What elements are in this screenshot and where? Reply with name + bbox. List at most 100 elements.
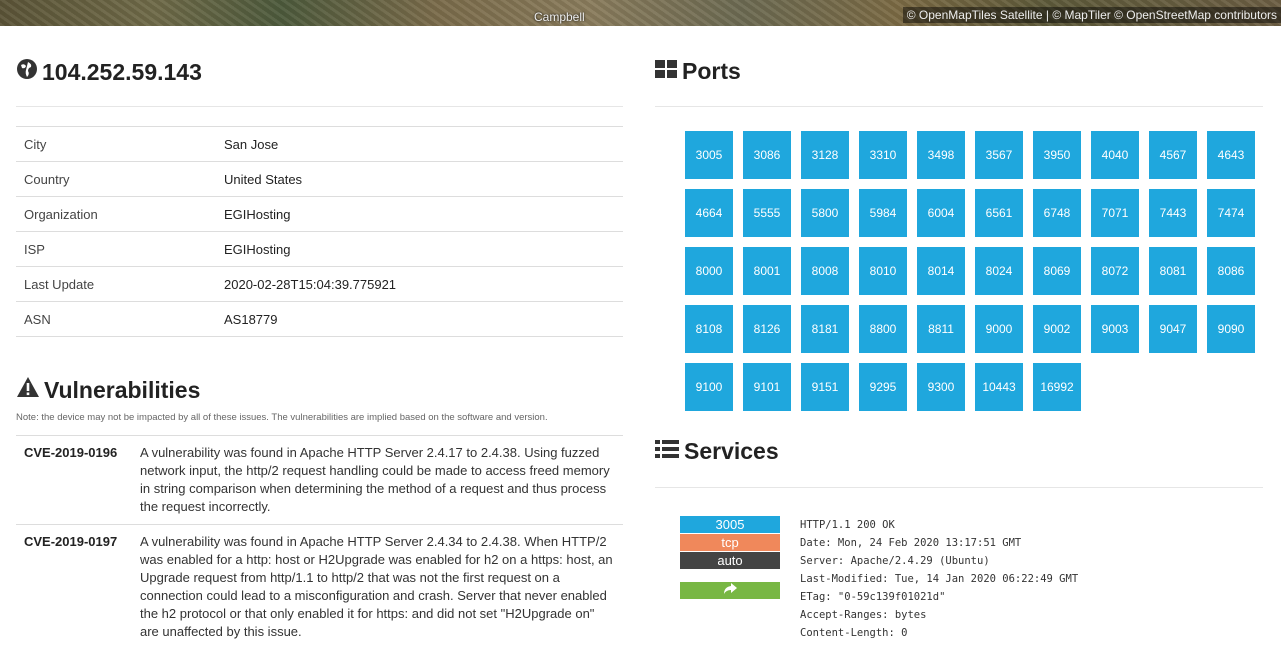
- port-tile-5800[interactable]: 5800: [801, 189, 849, 237]
- port-tile-9047[interactable]: 9047: [1149, 305, 1197, 353]
- cve-description: A vulnerability was found in Apache HTTP…: [132, 436, 623, 525]
- port-tile-9003[interactable]: 9003: [1091, 305, 1139, 353]
- port-tile-3086[interactable]: 3086: [743, 131, 791, 179]
- service-module-badge: auto: [680, 552, 780, 569]
- info-value: EGIHosting: [216, 197, 623, 232]
- globe-icon: [16, 58, 38, 86]
- info-value: 2020-02-28T15:04:39.775921: [216, 267, 623, 302]
- info-label: Organization: [16, 197, 216, 232]
- page-title: 104.252.59.143: [16, 58, 202, 86]
- port-tile-8081[interactable]: 8081: [1149, 247, 1197, 295]
- port-tile-4567[interactable]: 4567: [1149, 131, 1197, 179]
- port-tile-7071[interactable]: 7071: [1091, 189, 1139, 237]
- info-label: ISP: [16, 232, 216, 267]
- port-tile-9101[interactable]: 9101: [743, 363, 791, 411]
- table-row: Last Update2020-02-28T15:04:39.775921: [16, 267, 623, 302]
- table-row: CountryUnited States: [16, 162, 623, 197]
- map-attribution[interactable]: © OpenMapTiles Satellite | © MapTiler © …: [903, 7, 1281, 23]
- port-tile-6004[interactable]: 6004: [917, 189, 965, 237]
- port-tile-8072[interactable]: 8072: [1091, 247, 1139, 295]
- table-row: CVE-2019-0196 A vulnerability was found …: [16, 436, 623, 525]
- port-tile-5555[interactable]: 5555: [743, 189, 791, 237]
- port-tile-6561[interactable]: 6561: [975, 189, 1023, 237]
- port-tile-4040[interactable]: 4040: [1091, 131, 1139, 179]
- port-tile-9300[interactable]: 9300: [917, 363, 965, 411]
- port-tile-8181[interactable]: 8181: [801, 305, 849, 353]
- port-tile-10443[interactable]: 10443: [975, 363, 1023, 411]
- port-tile-8008[interactable]: 8008: [801, 247, 849, 295]
- port-tile-9090[interactable]: 9090: [1207, 305, 1255, 353]
- port-tile-9295[interactable]: 9295: [859, 363, 907, 411]
- port-tile-7443[interactable]: 7443: [1149, 189, 1197, 237]
- port-tile-9002[interactable]: 9002: [1033, 305, 1081, 353]
- port-tile-9000[interactable]: 9000: [975, 305, 1023, 353]
- ip-address: 104.252.59.143: [42, 59, 202, 86]
- vulnerabilities-note: Note: the device may not be impacted by …: [16, 412, 548, 423]
- table-row: OrganizationEGIHosting: [16, 197, 623, 232]
- vulnerabilities-heading: Vulnerabilities: [16, 376, 200, 404]
- port-tile-8000[interactable]: 8000: [685, 247, 733, 295]
- cve-id: CVE-2019-0197: [16, 525, 132, 649]
- info-label: ASN: [16, 302, 216, 337]
- vulnerabilities-table: CVE-2019-0196 A vulnerability was found …: [16, 435, 623, 649]
- port-tile-3310[interactable]: 3310: [859, 131, 907, 179]
- table-row: ISPEGIHosting: [16, 232, 623, 267]
- port-tile-8126[interactable]: 8126: [743, 305, 791, 353]
- port-tile-8800[interactable]: 8800: [859, 305, 907, 353]
- cve-id: CVE-2019-0196: [16, 436, 132, 525]
- service-banner: HTTP/1.1 200 OKDate: Mon, 24 Feb 2020 13…: [800, 516, 1078, 642]
- port-tile-8014[interactable]: 8014: [917, 247, 965, 295]
- info-label: City: [16, 127, 216, 162]
- divider: [655, 106, 1263, 107]
- info-label: Country: [16, 162, 216, 197]
- grid-icon: [655, 58, 677, 85]
- info-label: Last Update: [16, 267, 216, 302]
- vulnerabilities-title: Vulnerabilities: [44, 377, 200, 404]
- port-tile-8010[interactable]: 8010: [859, 247, 907, 295]
- open-link-button[interactable]: [680, 582, 780, 599]
- port-tile-8086[interactable]: 8086: [1207, 247, 1255, 295]
- services-title: Services: [684, 438, 779, 465]
- banner-line: Content-Length: 0: [800, 624, 1078, 642]
- port-tile-4643[interactable]: 4643: [1207, 131, 1255, 179]
- service-port-badge: 3005: [680, 516, 780, 533]
- info-value: San Jose: [216, 127, 623, 162]
- port-tile-8069[interactable]: 8069: [1033, 247, 1081, 295]
- list-icon: [655, 438, 679, 465]
- port-tile-9151[interactable]: 9151: [801, 363, 849, 411]
- service-protocol-badge: tcp: [680, 534, 780, 551]
- divider: [16, 106, 623, 107]
- map-banner[interactable]: Campbell © OpenMapTiles Satellite | © Ma…: [0, 0, 1281, 26]
- port-tile-3567[interactable]: 3567: [975, 131, 1023, 179]
- port-tile-8001[interactable]: 8001: [743, 247, 791, 295]
- port-tile-8024[interactable]: 8024: [975, 247, 1023, 295]
- port-tile-7474[interactable]: 7474: [1207, 189, 1255, 237]
- port-tile-8811[interactable]: 8811: [917, 305, 965, 353]
- ports-grid: 3005308631283310349835673950404045674643…: [685, 131, 1265, 421]
- port-tile-3005[interactable]: 3005: [685, 131, 733, 179]
- info-value: AS18779: [216, 302, 623, 337]
- table-row: CVE-2019-0197 A vulnerability was found …: [16, 525, 623, 649]
- port-tile-8108[interactable]: 8108: [685, 305, 733, 353]
- ports-title: Ports: [682, 58, 741, 85]
- port-tile-4664[interactable]: 4664: [685, 189, 733, 237]
- banner-line: Server: Apache/2.4.29 (Ubuntu): [800, 552, 1078, 570]
- port-tile-6748[interactable]: 6748: [1033, 189, 1081, 237]
- port-tile-16992[interactable]: 16992: [1033, 363, 1081, 411]
- service-entry: 3005 tcp auto: [680, 516, 780, 600]
- cve-description: A vulnerability was found in Apache HTTP…: [132, 525, 623, 649]
- port-tile-9100[interactable]: 9100: [685, 363, 733, 411]
- port-tile-3128[interactable]: 3128: [801, 131, 849, 179]
- host-info-table: CitySan Jose CountryUnited States Organi…: [16, 126, 623, 337]
- warning-icon: [16, 376, 40, 404]
- banner-line: Date: Mon, 24 Feb 2020 13:17:51 GMT: [800, 534, 1078, 552]
- ports-heading: Ports: [655, 58, 741, 85]
- banner-line: ETag: "0-59c139f01021d": [800, 588, 1078, 606]
- port-tile-5984[interactable]: 5984: [859, 189, 907, 237]
- port-tile-3950[interactable]: 3950: [1033, 131, 1081, 179]
- info-value: EGIHosting: [216, 232, 623, 267]
- table-row: ASNAS18779: [16, 302, 623, 337]
- port-tile-3498[interactable]: 3498: [917, 131, 965, 179]
- banner-line: Accept-Ranges: bytes: [800, 606, 1078, 624]
- divider: [655, 487, 1263, 488]
